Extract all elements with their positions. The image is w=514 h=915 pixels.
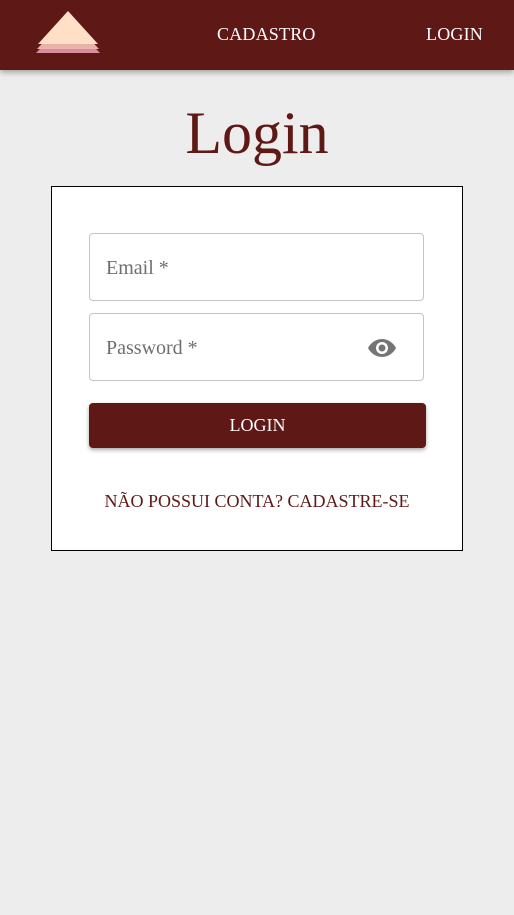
signup-link[interactable]: NÃO POSSUI CONTA? CADASTRE-SE: [52, 491, 462, 512]
nav-link-login[interactable]: LOGIN: [426, 24, 483, 45]
top-app-bar: CADASTRO LOGIN: [0, 0, 514, 70]
eye-icon[interactable]: [367, 334, 397, 362]
page-title: Login: [185, 100, 329, 166]
layered-triangle-logo-icon[interactable]: [36, 10, 100, 56]
email-field-label: Email *: [106, 257, 169, 279]
login-card: Email * Password * LOGIN NÃO POSSUI CONT…: [51, 186, 463, 551]
login-button[interactable]: LOGIN: [89, 403, 426, 448]
email-field[interactable]: Email *: [89, 233, 424, 301]
nav-link-cadastro[interactable]: CADASTRO: [217, 24, 316, 45]
password-field[interactable]: Password *: [89, 313, 424, 381]
password-field-label: Password *: [106, 337, 198, 359]
